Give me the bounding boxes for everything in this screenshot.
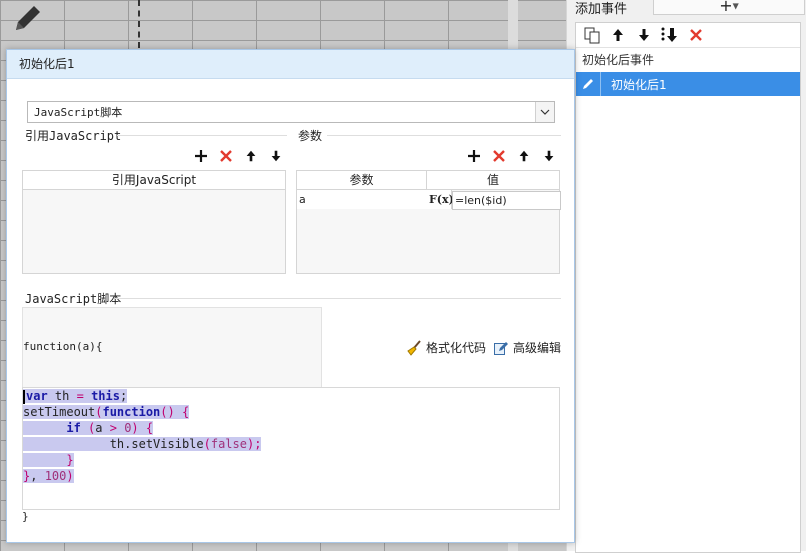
- code-editor[interactable]: var th = this; setTimeout(function() { i…: [22, 387, 560, 510]
- edit-document-icon: [494, 341, 508, 355]
- event-dialog: 初始化后1 JavaScript脚本 引用JavaScript 引用JavaSc…: [6, 49, 575, 543]
- chevron-down-icon[interactable]: [535, 102, 554, 122]
- move-bottom-icon[interactable]: [660, 25, 680, 45]
- arrow-down-icon[interactable]: [540, 147, 557, 164]
- ref-js-toolbar: [192, 147, 284, 164]
- format-code-label: 格式化代码: [426, 341, 487, 355]
- code-line-4: th.setVisible(false);: [23, 436, 262, 452]
- function-header: function(a){: [23, 340, 103, 353]
- delete-icon[interactable]: [490, 147, 507, 164]
- arrow-down-icon[interactable]: [267, 147, 284, 164]
- code-line-5: }: [23, 452, 74, 468]
- add-event-dropdown[interactable]: +▼: [653, 0, 805, 15]
- script-divider: [115, 298, 561, 299]
- code-line-6: }, 100): [23, 469, 74, 483]
- dialog-title: 初始化后1: [7, 50, 574, 79]
- event-group-label[interactable]: 初始化后事件: [576, 48, 800, 72]
- code-line-2: setTimeout(function() {: [23, 405, 190, 419]
- ref-js-table: 引用JavaScript: [22, 170, 286, 274]
- text-cursor: [23, 389, 25, 404]
- format-code-button[interactable]: 格式化代码: [406, 339, 486, 356]
- code-line-3: if (a > 0) {: [23, 420, 154, 436]
- param-name-column-header[interactable]: 参数: [297, 171, 427, 190]
- event-item-selected[interactable]: 初始化后1: [576, 72, 800, 96]
- delete-icon[interactable]: [686, 25, 706, 45]
- advanced-edit-label: 高级编辑: [513, 341, 562, 355]
- copy-icon[interactable]: [582, 25, 602, 45]
- arrow-up-icon[interactable]: [608, 25, 628, 45]
- event-item-label: 初始化后1: [611, 77, 667, 92]
- param-name-cell[interactable]: a: [297, 190, 429, 209]
- caret-down-icon: ▼: [732, 1, 739, 11]
- broom-icon: [407, 339, 421, 356]
- formula-button[interactable]: F(x): [427, 190, 454, 209]
- advanced-edit-button[interactable]: 高级编辑: [493, 339, 561, 356]
- plus-icon: +: [719, 0, 733, 15]
- delete-icon[interactable]: [217, 147, 234, 164]
- event-panel-header: 添加事件 +▼: [575, 0, 806, 17]
- edit-pencil-icon[interactable]: [576, 72, 601, 96]
- fx-icon: F(x): [429, 193, 454, 206]
- params-table: 参数 值 a F(x) =len($id): [296, 170, 561, 274]
- ref-js-section-label: 引用JavaScript: [25, 129, 122, 143]
- param-value-column-header[interactable]: 值: [427, 171, 559, 190]
- ref-js-divider: [117, 135, 287, 136]
- code-line-1: var th = this;: [23, 388, 128, 404]
- script-section-label: JavaScript脚本: [25, 292, 122, 306]
- ref-js-column-header[interactable]: 引用JavaScript: [23, 171, 285, 190]
- event-panel: 添加事件 +▼ 初始化后事件 初始化后1: [566, 0, 806, 553]
- params-divider: [327, 135, 561, 136]
- event-toolbar: [576, 23, 800, 48]
- add-icon[interactable]: [192, 147, 209, 164]
- arrow-up-icon[interactable]: [242, 147, 259, 164]
- param-value-input[interactable]: =len($id): [452, 191, 561, 210]
- arrow-down-icon[interactable]: [634, 25, 654, 45]
- script-type-select[interactable]: JavaScript脚本: [27, 101, 555, 123]
- add-icon[interactable]: [465, 147, 482, 164]
- event-list-box: 初始化后事件 初始化后1: [575, 22, 801, 553]
- page-break-line: [138, 0, 140, 48]
- pencil-icon[interactable]: [10, 0, 46, 36]
- arrow-up-icon[interactable]: [515, 147, 532, 164]
- params-toolbar: [465, 147, 557, 164]
- params-section-label: 参数: [298, 129, 323, 143]
- function-closing-brace: }: [22, 510, 29, 523]
- script-type-value: JavaScript脚本: [34, 106, 123, 119]
- panel-title: 添加事件: [575, 2, 628, 17]
